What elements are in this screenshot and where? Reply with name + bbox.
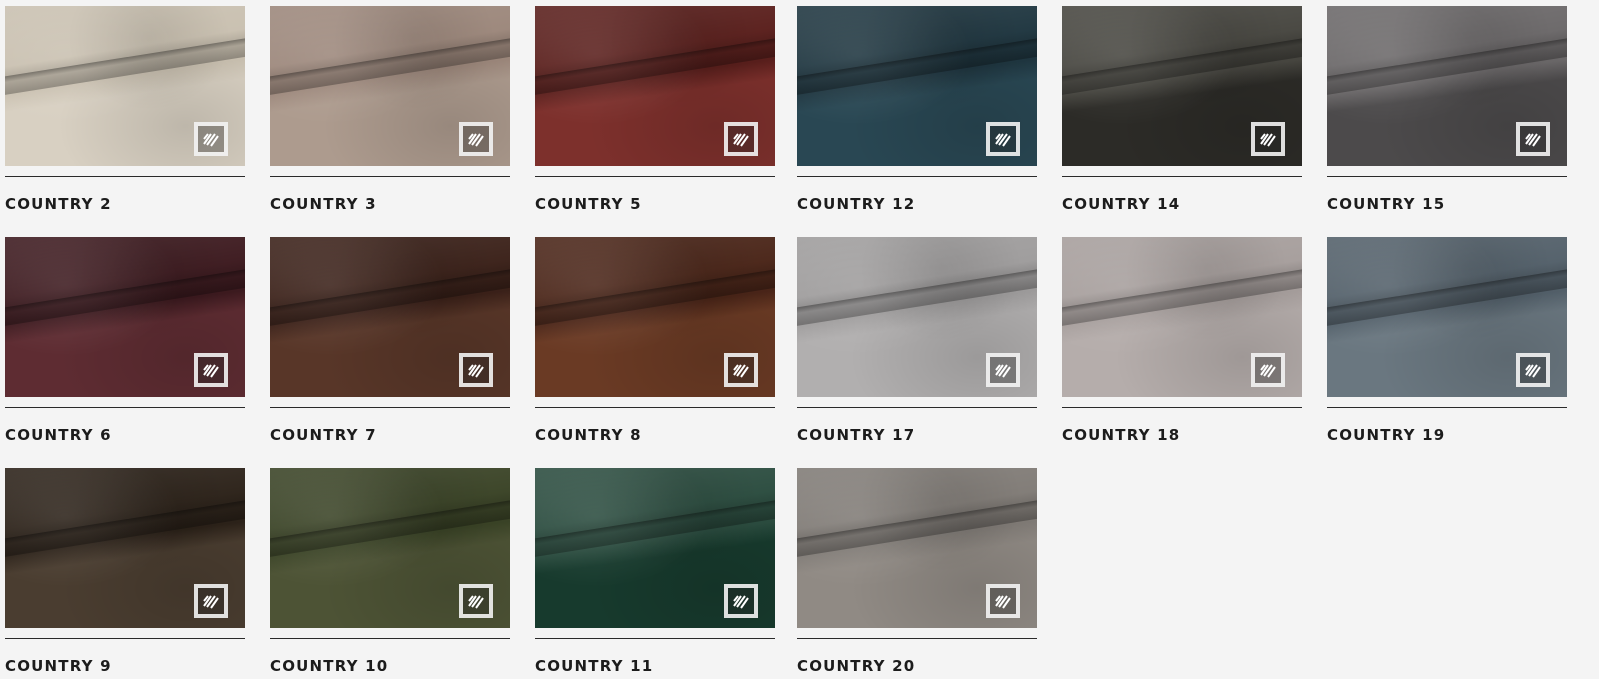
- divider: [270, 176, 510, 177]
- fabric-swatch-image[interactable]: [1062, 237, 1302, 397]
- fabric-swatch-image[interactable]: [5, 237, 245, 397]
- fabric-swatch-image[interactable]: [1327, 6, 1567, 166]
- fabric-swatch-image[interactable]: [5, 468, 245, 628]
- divider: [797, 176, 1037, 177]
- swatch-label[interactable]: COUNTRY 10: [270, 657, 510, 675]
- swatch-label[interactable]: COUNTRY 6: [5, 426, 245, 444]
- swatch-label[interactable]: COUNTRY 19: [1327, 426, 1567, 444]
- fabric-swatch[interactable]: COUNTRY 9: [5, 468, 245, 675]
- fabric-swatch-image[interactable]: [797, 6, 1037, 166]
- swatch-label[interactable]: COUNTRY 12: [797, 195, 1037, 213]
- fabric-pattern-icon[interactable]: [724, 353, 758, 387]
- fabric-swatch-image[interactable]: [797, 237, 1037, 397]
- swatch-label[interactable]: COUNTRY 8: [535, 426, 775, 444]
- fabric-swatch[interactable]: COUNTRY 8: [535, 237, 775, 444]
- fabric-swatch[interactable]: COUNTRY 17: [797, 237, 1037, 444]
- fabric-swatch[interactable]: COUNTRY 20: [797, 468, 1037, 675]
- divider: [5, 638, 245, 639]
- fabric-swatch[interactable]: COUNTRY 11: [535, 468, 775, 675]
- fabric-swatch[interactable]: COUNTRY 18: [1062, 237, 1302, 444]
- fabric-pattern-icon[interactable]: [724, 122, 758, 156]
- swatch-label[interactable]: COUNTRY 9: [5, 657, 245, 675]
- fabric-swatch-image[interactable]: [535, 237, 775, 397]
- fabric-pattern-icon[interactable]: [724, 584, 758, 618]
- swatch-label[interactable]: COUNTRY 17: [797, 426, 1037, 444]
- fabric-swatch[interactable]: COUNTRY 6: [5, 237, 245, 444]
- swatch-label[interactable]: COUNTRY 2: [5, 195, 245, 213]
- fabric-swatch[interactable]: COUNTRY 14: [1062, 6, 1302, 213]
- divider: [535, 638, 775, 639]
- fabric-swatch[interactable]: COUNTRY 2: [5, 6, 245, 213]
- swatch-label[interactable]: COUNTRY 7: [270, 426, 510, 444]
- fabric-swatch[interactable]: COUNTRY 10: [270, 468, 510, 675]
- fabric-pattern-icon[interactable]: [986, 353, 1020, 387]
- swatch-label[interactable]: COUNTRY 18: [1062, 426, 1302, 444]
- fabric-swatch-image[interactable]: [1062, 6, 1302, 166]
- swatch-label[interactable]: COUNTRY 14: [1062, 195, 1302, 213]
- swatch-label[interactable]: COUNTRY 3: [270, 195, 510, 213]
- divider: [1062, 176, 1302, 177]
- fabric-swatch-image[interactable]: [797, 468, 1037, 628]
- divider: [535, 407, 775, 408]
- fabric-swatch[interactable]: COUNTRY 15: [1327, 6, 1567, 213]
- fabric-swatch[interactable]: COUNTRY 12: [797, 6, 1037, 213]
- fabric-pattern-icon[interactable]: [459, 584, 493, 618]
- fabric-pattern-icon[interactable]: [459, 353, 493, 387]
- fabric-pattern-icon[interactable]: [459, 122, 493, 156]
- fabric-swatch[interactable]: COUNTRY 5: [535, 6, 775, 213]
- fabric-swatch-image[interactable]: [1327, 237, 1567, 397]
- fabric-swatch-image[interactable]: [270, 6, 510, 166]
- fabric-pattern-icon[interactable]: [986, 122, 1020, 156]
- divider: [1327, 176, 1567, 177]
- fabric-swatch-image[interactable]: [270, 237, 510, 397]
- divider: [1062, 407, 1302, 408]
- fabric-swatch-image[interactable]: [535, 468, 775, 628]
- fabric-swatch[interactable]: COUNTRY 3: [270, 6, 510, 213]
- divider: [270, 638, 510, 639]
- divider: [797, 638, 1037, 639]
- fabric-pattern-icon[interactable]: [194, 584, 228, 618]
- fabric-swatch-image[interactable]: [5, 6, 245, 166]
- swatch-label[interactable]: COUNTRY 15: [1327, 195, 1567, 213]
- fabric-pattern-icon[interactable]: [194, 353, 228, 387]
- fabric-pattern-icon[interactable]: [194, 122, 228, 156]
- fabric-swatch[interactable]: COUNTRY 19: [1327, 237, 1567, 444]
- fabric-pattern-icon[interactable]: [1516, 122, 1550, 156]
- divider: [5, 407, 245, 408]
- swatch-label[interactable]: COUNTRY 5: [535, 195, 775, 213]
- swatch-label[interactable]: COUNTRY 20: [797, 657, 1037, 675]
- fabric-pattern-icon[interactable]: [986, 584, 1020, 618]
- fabric-swatch[interactable]: COUNTRY 7: [270, 237, 510, 444]
- fabric-pattern-icon[interactable]: [1251, 353, 1285, 387]
- fabric-swatch-image[interactable]: [270, 468, 510, 628]
- fabric-pattern-icon[interactable]: [1251, 122, 1285, 156]
- divider: [270, 407, 510, 408]
- divider: [797, 407, 1037, 408]
- swatch-label[interactable]: COUNTRY 11: [535, 657, 775, 675]
- divider: [5, 176, 245, 177]
- divider: [1327, 407, 1567, 408]
- fabric-swatch-image[interactable]: [535, 6, 775, 166]
- fabric-pattern-icon[interactable]: [1516, 353, 1550, 387]
- divider: [535, 176, 775, 177]
